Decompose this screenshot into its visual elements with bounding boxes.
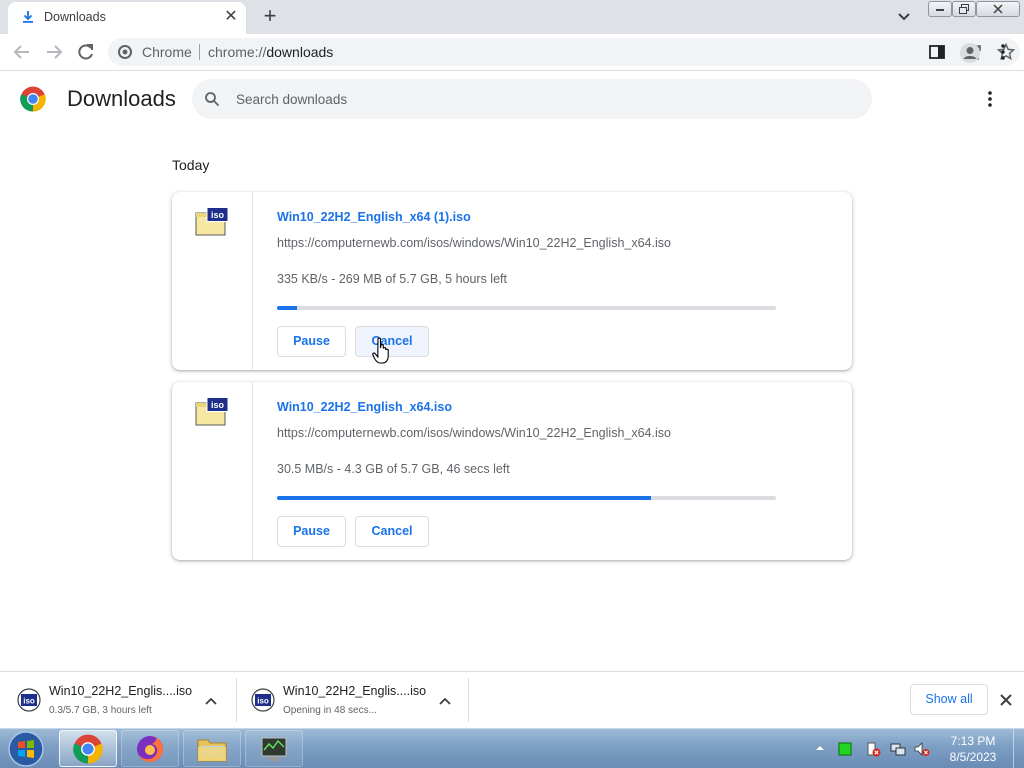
tab-title: Downloads <box>44 10 106 24</box>
shelf-file-status: 0.3/5.7 GB, 3 hours left <box>49 705 152 716</box>
back-arrow-icon[interactable] <box>11 42 33 62</box>
svg-text:iso: iso <box>257 697 269 706</box>
tray-status-icon[interactable] <box>837 741 853 757</box>
clock-time: 7:13 PM <box>950 734 996 748</box>
source-url[interactable]: https://computernewb.com/isos/windows/Wi… <box>277 236 671 250</box>
progress-bar <box>277 306 776 310</box>
iso-file-icon: iso <box>195 207 229 236</box>
file-name-link[interactable]: Win10_22H2_English_x64 (1).iso <box>277 210 471 224</box>
window-close-button[interactable] <box>976 1 1020 17</box>
pause-button[interactable]: Pause <box>277 326 346 357</box>
taskbar-network-app-button[interactable] <box>245 730 303 767</box>
taskbar-firefox-button[interactable] <box>121 730 179 767</box>
browser-toolbar: Chrome chrome://downloads <box>0 34 1024 71</box>
reload-icon[interactable] <box>75 42 97 62</box>
source-url[interactable]: https://computernewb.com/isos/windows/Wi… <box>277 426 671 440</box>
restore-button[interactable] <box>952 1 976 17</box>
windows-taskbar: 7:13 PM 8/5/2023 <box>0 728 1024 768</box>
shelf-divider <box>468 678 469 722</box>
url-scheme: chrome:// <box>208 44 267 60</box>
more-actions-icon[interactable] <box>981 89 999 109</box>
iso-disc-icon: iso <box>251 688 275 712</box>
firefox-icon <box>137 735 163 762</box>
minimize-button[interactable] <box>928 1 952 17</box>
chevron-down-icon[interactable] <box>894 8 914 26</box>
date-header: Today <box>172 157 210 173</box>
download-item: iso Win10_22H2_English_x64.iso https://c… <box>172 382 852 560</box>
network-monitor-icon <box>261 737 287 761</box>
close-icon[interactable] <box>998 692 1014 708</box>
tray-volume-muted-icon[interactable] <box>914 741 930 757</box>
tray-expand-icon[interactable] <box>815 743 825 753</box>
new-tab-button[interactable]: + <box>258 5 282 29</box>
svg-text:iso: iso <box>23 697 35 706</box>
browser-menu-icon[interactable] <box>994 43 1012 61</box>
shelf-file-name: Win10_22H2_Englis....iso <box>283 684 427 698</box>
shelf-file-name: Win10_22H2_Englis....iso <box>49 684 193 698</box>
chrome-logo-icon <box>20 86 46 112</box>
progress-bar <box>277 496 776 500</box>
search-icon <box>205 92 220 107</box>
address-bar[interactable]: Chrome chrome://downloads <box>108 38 1020 66</box>
side-panel-icon[interactable] <box>928 43 946 61</box>
clock-date: 8/5/2023 <box>949 750 997 764</box>
downloads-header: Downloads <box>0 71 1024 129</box>
shelf-item[interactable]: iso Win10_22H2_Englis....iso 0.3/5.7 GB,… <box>6 678 236 722</box>
tab-strip: Downloads ✕ + <box>0 0 1024 34</box>
chrome-icon <box>73 734 103 763</box>
shelf-divider <box>236 678 237 722</box>
taskbar-clock[interactable]: 7:13 PM 8/5/2023 <box>940 733 1006 765</box>
tray-network-icon[interactable] <box>890 741 906 757</box>
page-title: Downloads <box>67 86 176 111</box>
show-desktop-button[interactable] <box>1013 729 1024 768</box>
search-box[interactable] <box>192 79 872 119</box>
cancel-button[interactable]: Cancel <box>355 516 429 547</box>
progress-fill <box>277 496 652 500</box>
cancel-button[interactable]: Cancel <box>355 326 429 357</box>
iso-file-icon: iso <box>195 397 229 426</box>
taskbar-explorer-button[interactable] <box>183 730 241 767</box>
profile-avatar-icon[interactable] <box>959 42 981 64</box>
download-status: 30.5 MB/s - 4.3 GB of 5.7 GB, 46 secs le… <box>277 462 510 476</box>
omnibox-chip: Chrome <box>142 44 192 60</box>
omnibox-url[interactable]: chrome://downloads <box>208 44 333 60</box>
tab-downloads[interactable]: Downloads ✕ <box>8 2 246 34</box>
shelf-file-status: Opening in 48 secs... <box>283 705 377 716</box>
tab-close-icon[interactable]: ✕ <box>222 8 240 26</box>
start-button-icon[interactable] <box>6 730 46 768</box>
pause-button[interactable]: Pause <box>277 516 346 547</box>
download-status: 335 KB/s - 269 MB of 5.7 GB, 5 hours lef… <box>277 272 507 286</box>
progress-fill <box>277 306 297 310</box>
tray-action-center-icon[interactable] <box>865 741 881 757</box>
hand-cursor-icon <box>372 337 389 364</box>
file-name-link[interactable]: Win10_22H2_English_x64.iso <box>277 400 452 414</box>
iso-disc-icon: iso <box>17 688 41 712</box>
shelf-item[interactable]: iso Win10_22H2_Englis....iso Opening in … <box>240 678 470 722</box>
forward-arrow-icon[interactable] <box>43 42 65 62</box>
omnibox-separator <box>199 44 200 60</box>
file-icon-column: iso <box>172 192 253 370</box>
folder-icon <box>197 739 227 761</box>
chevron-up-icon[interactable] <box>438 694 452 708</box>
show-all-button[interactable]: Show all <box>910 684 988 715</box>
url-host: downloads <box>266 44 334 60</box>
search-input[interactable] <box>236 79 836 119</box>
download-shelf: iso Win10_22H2_Englis....iso 0.3/5.7 GB,… <box>0 671 1024 728</box>
svg-text:iso: iso <box>211 400 225 410</box>
file-icon-column: iso <box>172 382 253 560</box>
taskbar-chrome-button[interactable] <box>59 730 117 767</box>
chrome-icon <box>118 45 132 59</box>
svg-text:iso: iso <box>211 210 225 220</box>
download-item: iso Win10_22H2_English_x64 (1).iso https… <box>172 192 852 370</box>
download-icon <box>23 11 33 23</box>
chevron-up-icon[interactable] <box>204 694 218 708</box>
